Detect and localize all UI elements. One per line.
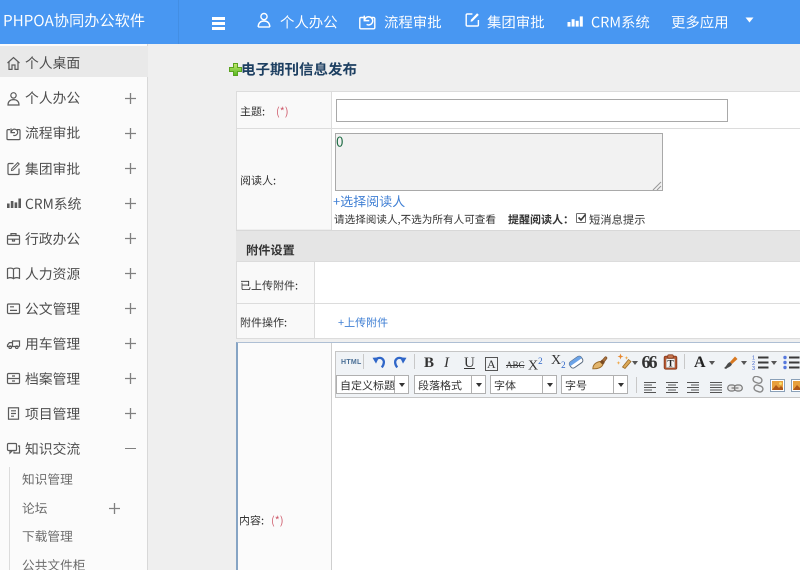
svg-text:T: T [667,360,674,370]
svg-text:3: 3 [752,366,755,370]
